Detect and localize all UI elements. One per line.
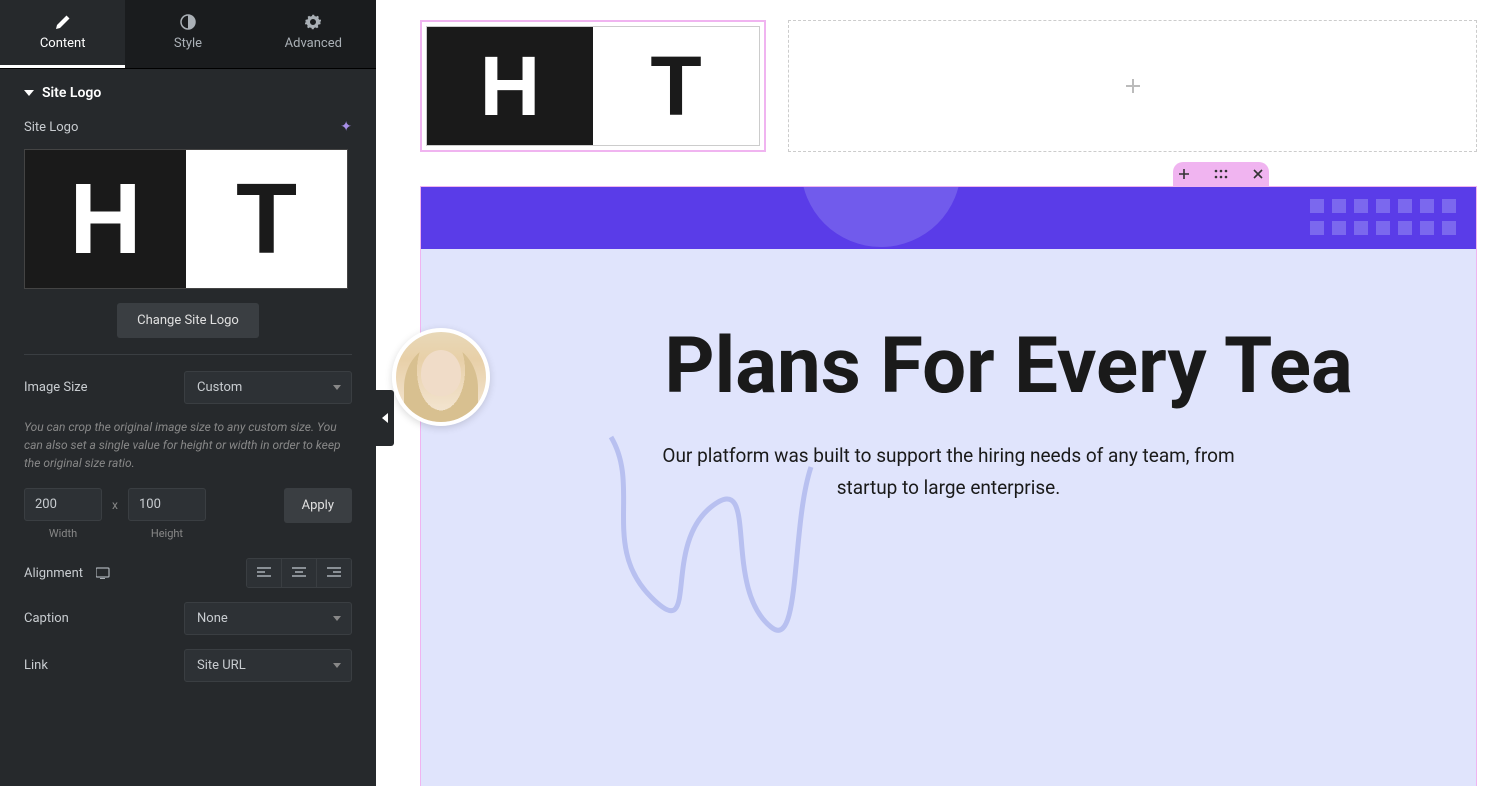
dimensions-row: Width x Height Apply (24, 488, 352, 540)
dimensions-x: x (112, 488, 118, 512)
tab-label: Advanced (285, 36, 342, 51)
tab-label: Content (40, 36, 86, 51)
caption-select[interactable]: None (184, 602, 352, 635)
canvas-logo-h: H (427, 27, 593, 145)
logo-preview[interactable]: H T (24, 149, 348, 289)
decoration-dots (1310, 199, 1456, 235)
tab-content[interactable]: Content (0, 0, 125, 68)
canvas-logo-t: T (593, 27, 759, 145)
decoration-circle (801, 187, 961, 247)
apply-button[interactable]: Apply (284, 488, 352, 523)
responsive-icon[interactable] (96, 567, 110, 579)
canvas: H T Plans For Every Tea Our platform was… (376, 0, 1489, 786)
drag-section-handle[interactable] (1214, 169, 1228, 179)
chevron-left-icon (382, 413, 388, 423)
close-section-button[interactable] (1252, 168, 1264, 180)
plus-icon (1125, 78, 1141, 94)
section-header[interactable]: Site Logo (24, 85, 352, 101)
decoration-squiggle (601, 427, 821, 657)
gear-icon (305, 14, 321, 30)
caption-label: Caption (24, 611, 69, 626)
tab-style[interactable]: Style (125, 0, 250, 68)
select-value: None (197, 611, 228, 626)
hero-title: Plans For Every Tea (421, 321, 1476, 412)
select-value: Site URL (197, 658, 246, 673)
pencil-icon (55, 14, 71, 30)
hero-banner (421, 187, 1476, 249)
alignment-label: Alignment (24, 566, 110, 581)
logo-widget-selected[interactable]: H T (420, 20, 766, 152)
caret-down-icon (24, 90, 34, 96)
chevron-down-icon (333, 663, 341, 668)
link-select[interactable]: Site URL (184, 649, 352, 682)
panel-tabs: Content Style Advanced (0, 0, 376, 69)
hero-section[interactable]: Plans For Every Tea Our platform was bui… (420, 186, 1477, 786)
contrast-icon (180, 14, 196, 30)
link-label: Link (24, 658, 48, 673)
divider (24, 354, 352, 355)
collapse-sidebar-button[interactable] (376, 390, 394, 446)
width-label: Width (49, 527, 77, 540)
hero-subtitle: Our platform was built to support the hi… (421, 440, 1476, 505)
chevron-down-icon (333, 616, 341, 621)
section-title: Site Logo (42, 85, 101, 101)
width-input[interactable] (24, 488, 102, 521)
image-size-select[interactable]: Custom (184, 371, 352, 404)
editor-sidebar: Content Style Advanced Site Logo Site Lo… (0, 0, 376, 786)
select-value: Custom (197, 380, 242, 395)
logo-letter-h: H (25, 150, 186, 288)
alignment-group (246, 558, 352, 588)
chevron-down-icon (333, 385, 341, 390)
ai-sparkle-icon[interactable]: ✦ (340, 119, 352, 135)
align-right-button[interactable] (317, 559, 351, 587)
tab-label: Style (174, 36, 202, 51)
change-site-logo-button[interactable]: Change Site Logo (117, 303, 259, 338)
image-size-label: Image Size (24, 380, 88, 395)
align-left-button[interactable] (247, 559, 282, 587)
logo-letter-t: T (186, 150, 347, 288)
header-row: H T (376, 0, 1489, 152)
logo-widget-inner: H T (426, 26, 760, 146)
height-label: Height (151, 527, 183, 540)
add-section-button[interactable] (1178, 168, 1190, 180)
site-logo-label: Site Logo (24, 120, 78, 135)
align-center-button[interactable] (282, 559, 317, 587)
avatar[interactable] (392, 328, 490, 426)
tab-advanced[interactable]: Advanced (251, 0, 376, 68)
content-panel: Site Logo Site Logo ✦ H T Change Site Lo… (0, 69, 376, 712)
image-size-help: You can crop the original image size to … (24, 418, 352, 472)
empty-widget-dropzone[interactable] (788, 20, 1477, 152)
height-input[interactable] (128, 488, 206, 521)
section-handle (1173, 162, 1269, 186)
